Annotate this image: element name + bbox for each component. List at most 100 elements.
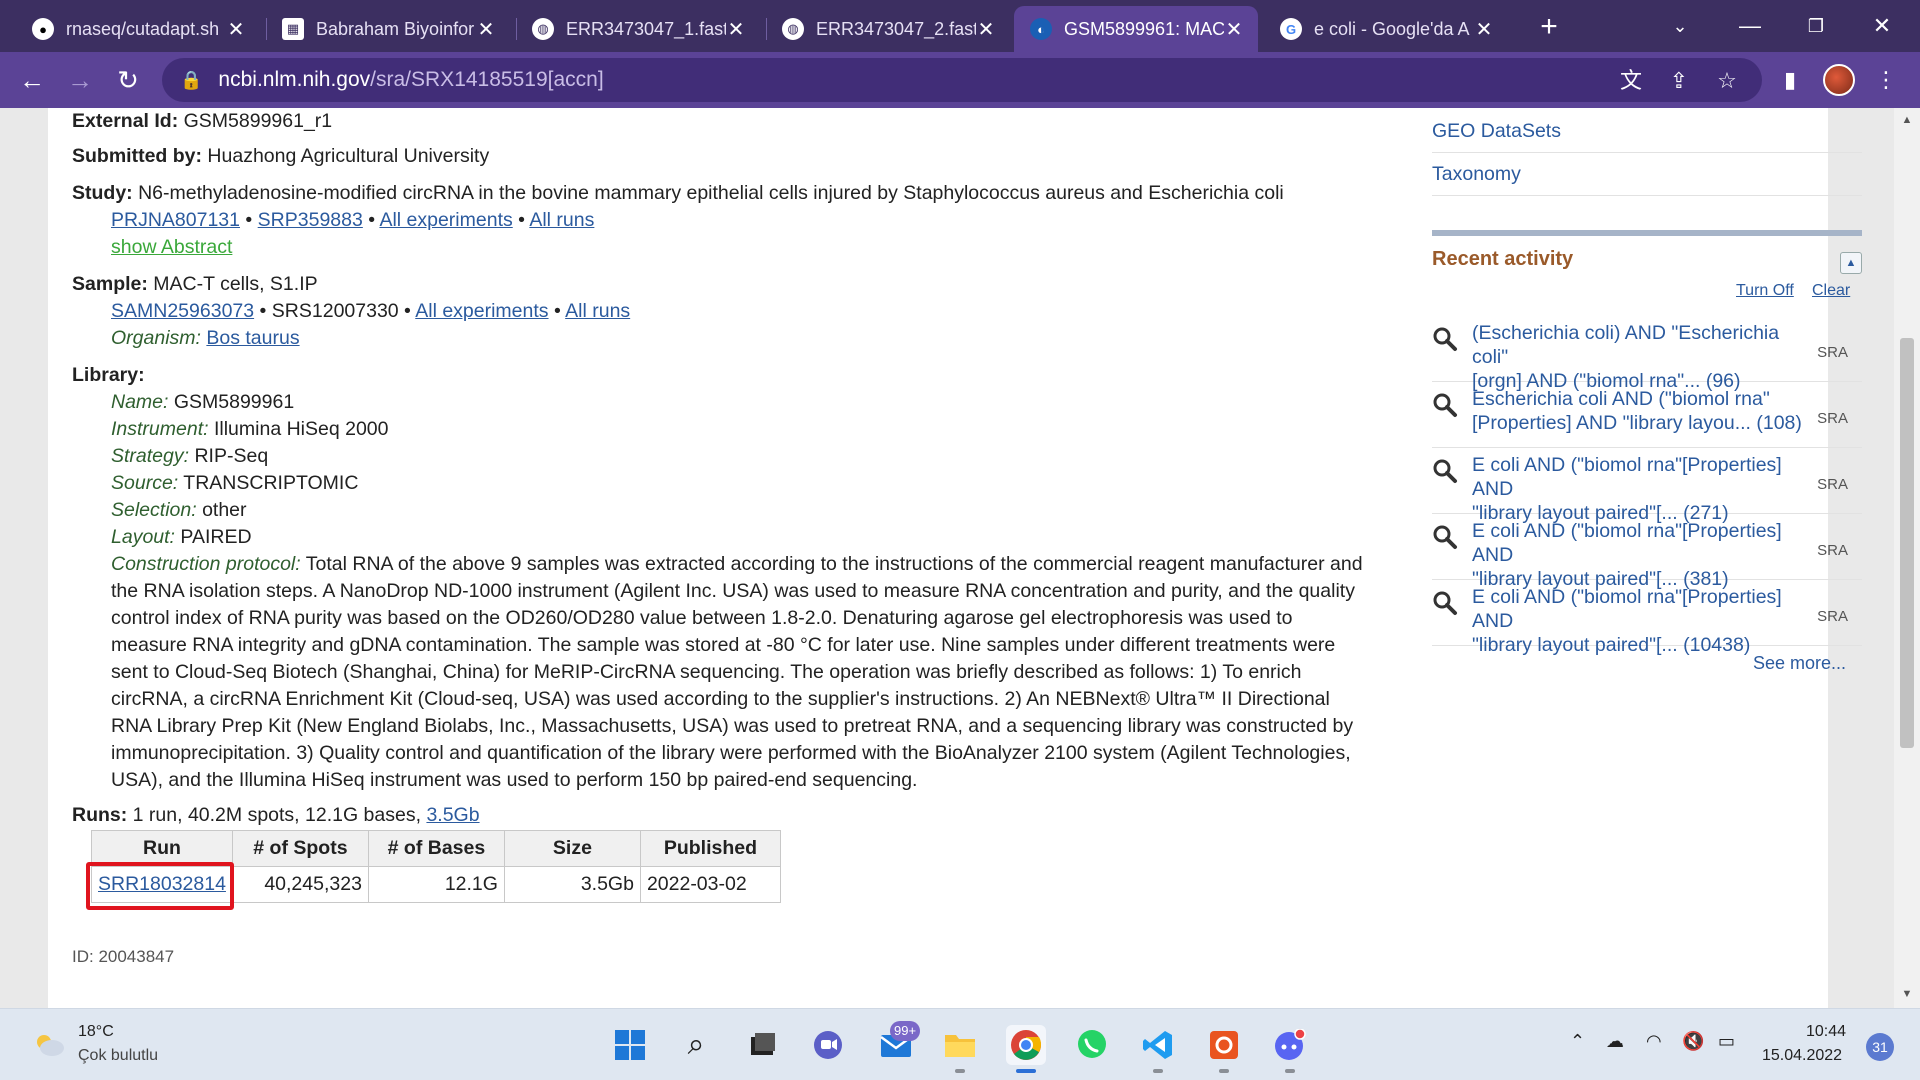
record-id: ID: 20043847	[72, 947, 175, 966]
recent-item[interactable]: Escherichia coli AND ("biomol rna" [Prope…	[1432, 382, 1862, 448]
ncbi-icon: ◐	[1030, 18, 1052, 40]
whatsapp-icon[interactable]	[1072, 1025, 1112, 1065]
sample-all-experiments-link[interactable]: All experiments	[415, 300, 548, 322]
running-indicator	[955, 1069, 965, 1073]
library-instrument: Instrument: Illumina HiSeq 2000	[72, 416, 389, 443]
sample-all-runs-link[interactable]: All runs	[565, 300, 630, 322]
clock-date[interactable]: 15.04.2022	[1762, 1047, 1842, 1065]
library-value: RIP-Seq	[194, 445, 269, 467]
recent-item[interactable]: (Escherichia coli) AND "Escherichia coli…	[1432, 316, 1862, 392]
close-icon[interactable]: ✕	[726, 17, 746, 42]
library-name: Name: GSM5899961	[72, 389, 294, 416]
tab-babraham[interactable]: ▦ Babraham Biyoinfor ✕	[266, 6, 510, 52]
tab-err-1[interactable]: ◍ ERR3473047_1.fastq ✕	[516, 6, 760, 52]
recent-item-text: E coli AND ("biomol rna"[Properties] AND…	[1472, 585, 1812, 657]
biosample-link[interactable]: SAMN25963073	[111, 300, 254, 322]
recent-item[interactable]: E coli AND ("biomol rna"[Properties] AND…	[1432, 448, 1862, 524]
page-scrollbar[interactable]: ▲ ▼	[1894, 108, 1920, 1008]
bookmark-star-icon[interactable]: ☆	[1712, 66, 1742, 96]
runs-size-link[interactable]: 3.5Gb	[426, 804, 479, 826]
teams-chat-icon[interactable]	[808, 1025, 848, 1065]
tab-title: ERR3473047_2.fastq	[816, 18, 976, 39]
tab-err-2[interactable]: ◍ ERR3473047_2.fastq ✕	[766, 6, 1010, 52]
study-label: Study:	[72, 182, 133, 204]
tab-search-icon[interactable]: ⌄	[1660, 8, 1700, 44]
library-source: Source: TRANSCRIPTOMIC	[72, 470, 358, 497]
external-id-row: External Id: GSM5899961_r1	[72, 108, 332, 135]
close-icon[interactable]: ✕	[226, 17, 246, 42]
sample-row: Sample: MAC-T cells, S1.IP	[72, 271, 318, 298]
minimize-button[interactable]: —	[1730, 8, 1770, 44]
abstract-row: show Abstract	[72, 234, 232, 261]
discord-icon[interactable]	[1270, 1025, 1310, 1065]
protocol-line: Construction protocol: Total RNA of the …	[72, 551, 1363, 578]
turn-off-link[interactable]: Turn Off	[1736, 282, 1794, 300]
forward-icon[interactable]: →	[62, 62, 98, 98]
battery-icon[interactable]: ▭	[1718, 1031, 1735, 1052]
study-all-runs-link[interactable]: All runs	[529, 209, 594, 231]
task-view-icon[interactable]	[742, 1025, 782, 1065]
see-more-link[interactable]: See more...	[1753, 653, 1846, 674]
weather-temp: 18°C	[78, 1023, 114, 1040]
start-icon[interactable]	[610, 1025, 650, 1065]
tab-cutadapt[interactable]: ● rnaseq/cutadapt.sh ✕	[16, 6, 260, 52]
search-icon[interactable]: ⌕	[676, 1025, 716, 1065]
close-icon[interactable]: ✕	[1474, 17, 1494, 42]
bioproject-link[interactable]: PRJNA807131	[111, 209, 240, 231]
translate-icon[interactable]: 文	[1616, 66, 1646, 96]
recent-item-text: Escherichia coli AND ("biomol rna" [Prope…	[1472, 387, 1812, 435]
library-key: Instrument:	[111, 418, 209, 440]
sample-value: MAC-T cells, S1.IP	[153, 273, 318, 295]
share-icon[interactable]: ⇪	[1664, 66, 1694, 96]
recent-item[interactable]: E coli AND ("biomol rna"[Properties] AND…	[1432, 514, 1862, 590]
restore-button[interactable]: ❐	[1796, 8, 1836, 44]
reload-icon[interactable]: ↻	[110, 62, 146, 98]
clear-link[interactable]: Clear	[1812, 282, 1850, 300]
back-icon[interactable]: ←	[14, 62, 50, 98]
organism-link[interactable]: Bos taurus	[206, 327, 299, 349]
running-indicator	[1285, 1069, 1295, 1073]
close-icon[interactable]: ✕	[476, 17, 496, 42]
protocol-label: Construction protocol:	[111, 553, 301, 575]
volume-muted-icon[interactable]: 🔇	[1682, 1031, 1704, 1052]
srp-link[interactable]: SRP359883	[258, 209, 363, 231]
menu-icon[interactable]: ⋮	[1870, 64, 1902, 96]
clock-time[interactable]: 10:44	[1806, 1023, 1846, 1041]
runs-row: Runs: 1 run, 40.2M spots, 12.1G bases, 3…	[72, 802, 480, 829]
scroll-up-icon[interactable]: ▲	[1900, 114, 1914, 126]
vscode-icon[interactable]	[1138, 1025, 1178, 1065]
close-window-button[interactable]: ✕	[1862, 8, 1902, 44]
geo-datasets-link[interactable]: GEO DataSets	[1432, 110, 1862, 153]
collapse-icon[interactable]: ▲	[1840, 252, 1862, 274]
submitted-by-value: Huazhong Agricultural University	[207, 145, 490, 167]
close-icon[interactable]: ✕	[976, 17, 996, 42]
library-key: Source:	[111, 472, 179, 494]
taxonomy-link[interactable]: Taxonomy	[1432, 153, 1862, 196]
scroll-thumb[interactable]	[1900, 338, 1914, 748]
file-explorer-icon[interactable]	[940, 1025, 980, 1065]
globe-icon: ◍	[782, 18, 804, 40]
side-panel-icon[interactable]: ▮	[1774, 64, 1806, 96]
submitted-by-row: Submitted by: Huazhong Agricultural Univ…	[72, 143, 489, 170]
library-value: other	[202, 499, 247, 521]
recent-item[interactable]: E coli AND ("biomol rna"[Properties] AND…	[1432, 580, 1862, 656]
show-abstract-link[interactable]: show Abstract	[111, 236, 232, 258]
onedrive-icon[interactable]: ☁	[1606, 1031, 1624, 1052]
github-icon: ●	[32, 18, 54, 40]
tray-chevron-icon[interactable]: ⌃	[1570, 1031, 1585, 1052]
notification-badge[interactable]: 31	[1866, 1033, 1894, 1061]
tab-gsm-active[interactable]: ◐ GSM5899961: MAC ✕	[1014, 6, 1258, 52]
weather-cloud-icon[interactable]	[32, 1031, 66, 1057]
tab-google[interactable]: G e coli - Google'da A ✕	[1264, 6, 1508, 52]
close-icon[interactable]: ✕	[1224, 17, 1244, 42]
study-all-experiments-link[interactable]: All experiments	[379, 209, 512, 231]
sample-label: Sample:	[72, 273, 148, 295]
wifi-icon[interactable]: ◠	[1646, 1031, 1662, 1052]
ubuntu-terminal-icon[interactable]	[1204, 1025, 1244, 1065]
chrome-icon[interactable]	[1006, 1025, 1046, 1065]
address-bar[interactable]: 🔒 ncbi.nlm.nih.gov/sra/SRX14185519[accn]…	[162, 58, 1762, 102]
scroll-down-icon[interactable]: ▼	[1900, 988, 1914, 1000]
browser-titlebar: ● rnaseq/cutadapt.sh ✕ ▦ Babraham Biyoin…	[0, 0, 1920, 52]
new-tab-button[interactable]: +	[1532, 12, 1566, 46]
profile-avatar[interactable]	[1823, 64, 1855, 96]
